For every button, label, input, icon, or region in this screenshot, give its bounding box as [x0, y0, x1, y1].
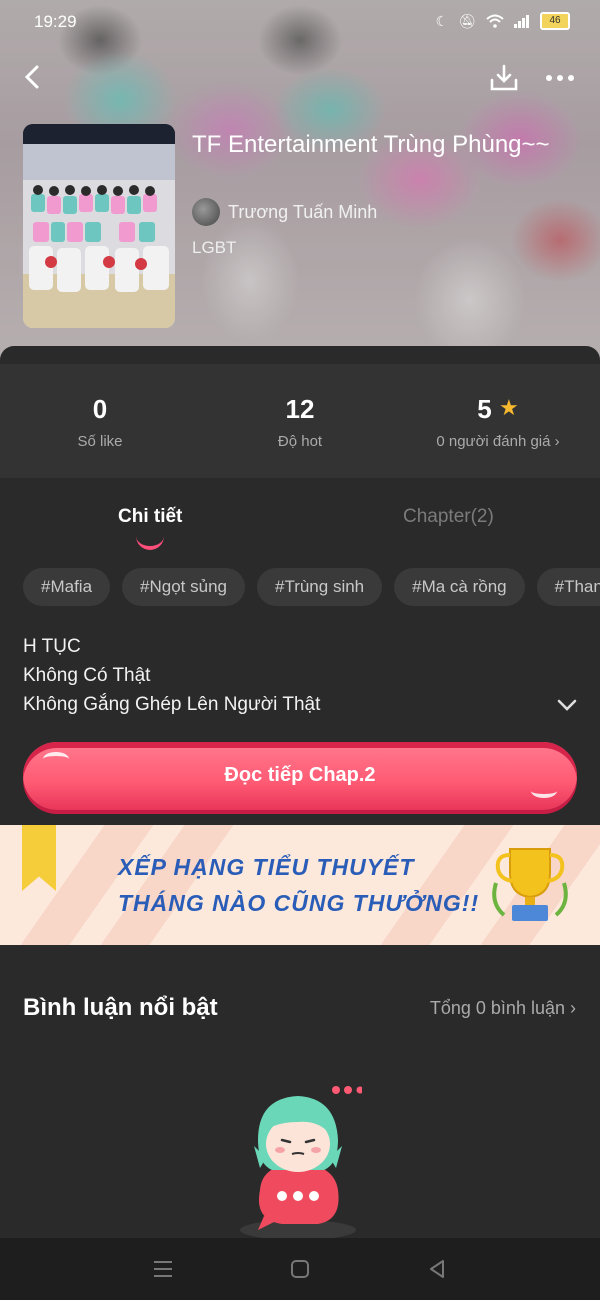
tag-chip[interactable]: #Mafia [23, 568, 111, 606]
book-cover[interactable] [23, 124, 175, 328]
status-icons: ☾ 🔕︎ 46 [436, 12, 570, 30]
tab-bar: Chi tiết Chapter(2) [0, 490, 600, 548]
stat-hot-value: 12 [285, 394, 315, 424]
cover-image [23, 124, 175, 328]
tab-details[interactable]: Chi tiết [118, 506, 182, 528]
chevron-right-icon: › [570, 998, 576, 1018]
more-icon[interactable] [544, 64, 576, 92]
status-time: 19:29 [34, 12, 77, 31]
stat-hot: 12 Độ hot [200, 394, 400, 450]
tag-chip[interactable]: #Ngọt sủng [122, 568, 245, 606]
comments-total: Tổng 0 bình luận [429, 998, 565, 1018]
description: H TỤC Không Có Thật Không Gắng Ghép Lên … [23, 632, 320, 719]
tag-list: #Mafia #Ngọt sủng #Trùng sinh #Ma cà rồn… [23, 568, 600, 606]
top-nav [0, 56, 600, 100]
signal-icon [514, 15, 529, 28]
banner-text: XẾP HẠNG TIỂU THUYẾT THÁNG NÀO CŨNG THƯỞ… [118, 849, 479, 921]
tag-chip[interactable]: #Trùng sinh [256, 568, 383, 606]
wifi-icon [486, 14, 504, 28]
ranking-banner[interactable]: XẾP HẠNG TIỂU THUYẾT THÁNG NÀO CŨNG THƯỞ… [0, 825, 600, 945]
stats-bar: 0 Số like 12 Độ hot 5 ★ 0 người đánh giá… [0, 364, 600, 478]
status-bar: 19:29 ☾ 🔕︎ 46 [0, 0, 600, 44]
system-nav-bar [0, 1238, 600, 1300]
author-avatar [192, 198, 220, 226]
tag-chip[interactable]: #Thanh [536, 568, 600, 606]
back-nav-icon[interactable] [426, 1258, 448, 1280]
stat-rating-value: 5 [477, 394, 492, 424]
tab-chapters[interactable]: Chapter(2) [403, 506, 494, 528]
author-row[interactable]: Trương Tuấn Minh [192, 198, 377, 226]
stat-hot-label: Độ hot [277, 433, 323, 450]
banner-line-1: XẾP HẠNG TIỂU THUYẾT [118, 854, 415, 880]
chevron-down-icon[interactable] [556, 698, 578, 712]
mute-icon: 🔕︎ [458, 12, 476, 29]
book-genre: LGBT [192, 238, 237, 257]
stat-likes: 0 Số like [0, 394, 200, 450]
stat-rating-value-row: 5 ★ [398, 394, 598, 425]
author-name: Trương Tuấn Minh [228, 201, 378, 222]
moon-icon: ☾ [435, 12, 449, 29]
star-icon: ★ [498, 395, 519, 420]
comments-total-link[interactable]: Tổng 0 bình luận › [430, 998, 576, 1019]
download-icon[interactable] [488, 62, 520, 94]
banner-line-2: THÁNG NÀO CŨNG THƯỞNG!! [118, 890, 480, 916]
trophy-icon [492, 848, 568, 921]
empty-comments-mascot [240, 1086, 362, 1240]
menu-icon[interactable] [152, 1258, 174, 1280]
comments-title: Bình luận nổi bật [23, 994, 218, 1021]
description-line: Không Có Thật [23, 665, 151, 686]
home-icon[interactable] [289, 1258, 311, 1280]
description-line: H TỤC [23, 636, 81, 657]
stat-rating-label-row: 0 người đánh giá › [398, 433, 598, 450]
battery-icon: 46 [540, 12, 570, 30]
stat-likes-label: Số like [77, 433, 123, 450]
book-title: TF Entertainment Trùng Phùng~~ [192, 131, 550, 158]
tag-chip[interactable]: #Ma cà rồng [394, 568, 525, 606]
stat-rating[interactable]: 5 ★ 0 người đánh giá › [398, 394, 598, 450]
chevron-right-icon: › [554, 433, 560, 450]
ribbon-icon [22, 825, 56, 891]
continue-reading-button[interactable]: Đọc tiếp Chap.2 [23, 742, 577, 810]
stat-likes-value: 0 [92, 394, 108, 424]
stat-rating-label: 0 người đánh giá [436, 433, 551, 450]
description-line: Không Gắng Ghép Lên Người Thật [23, 694, 321, 715]
back-icon[interactable] [18, 62, 48, 92]
